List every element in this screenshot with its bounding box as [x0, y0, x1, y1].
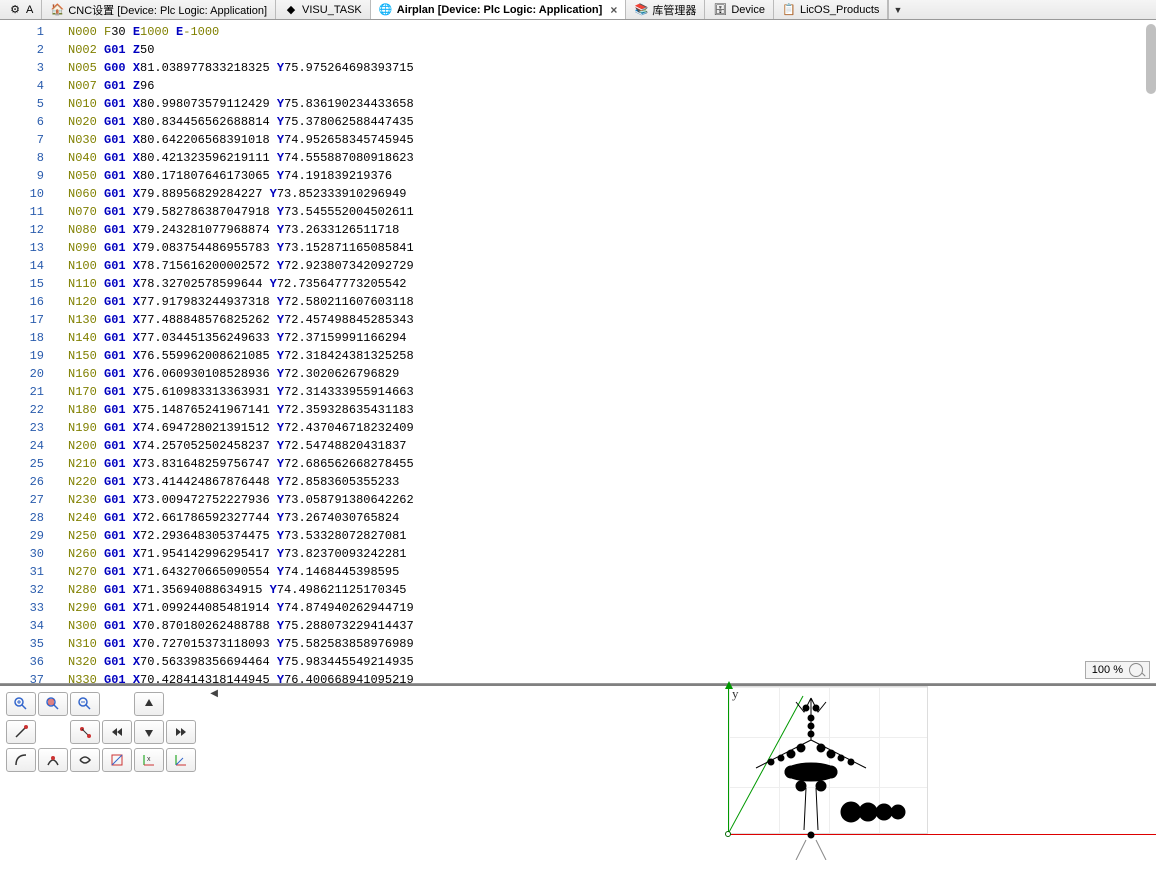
- code-line[interactable]: N330 G01 X70.428414318144945 Y76.4006689…: [68, 671, 1156, 683]
- tab-icon: ◆: [284, 3, 298, 17]
- tab-5[interactable]: 🗄 Device: [705, 0, 774, 19]
- code-line[interactable]: N190 G01 X74.694728021391512 Y72.4370467…: [68, 419, 1156, 437]
- code-line[interactable]: N070 G01 X79.582786387047918 Y73.5455520…: [68, 203, 1156, 221]
- code-line[interactable]: N170 G01 X75.610983313363931 Y72.3143339…: [68, 383, 1156, 401]
- line-gutter: 1234567891011121314151617181920212223242…: [0, 20, 52, 683]
- code-line[interactable]: N040 G01 X80.421323596219111 Y74.5558870…: [68, 149, 1156, 167]
- code-line[interactable]: N300 G01 X70.870180262488788 Y75.2880732…: [68, 617, 1156, 635]
- curve-2-button[interactable]: [38, 748, 68, 772]
- code-line[interactable]: N210 G01 X73.831648259756747 Y72.6865626…: [68, 455, 1156, 473]
- bottom-panel: ◀ x x y: [0, 684, 1156, 892]
- x-axis: [728, 834, 1156, 835]
- axis-2-button[interactable]: x: [134, 748, 164, 772]
- code-line[interactable]: N250 G01 X72.293648305374475 Y73.5332807…: [68, 527, 1156, 545]
- code-line[interactable]: N120 G01 X77.917983244937318 Y72.5802116…: [68, 293, 1156, 311]
- code-line[interactable]: N007 G01 Z96: [68, 77, 1156, 95]
- tab-label: CNC设置 [Device: Plc Logic: Application]: [68, 2, 267, 18]
- code-line[interactable]: N110 G01 X78.32702578599644 Y72.73564777…: [68, 275, 1156, 293]
- tab-icon: 📚: [634, 3, 648, 17]
- measure-button[interactable]: [70, 720, 100, 744]
- code-line[interactable]: N310 G01 X70.727015373118093 Y75.5825838…: [68, 635, 1156, 653]
- y-axis-label: y: [732, 686, 739, 702]
- code-line[interactable]: N060 G01 X79.88956829284227 Y73.85233391…: [68, 185, 1156, 203]
- tab-icon: 🗄: [713, 3, 727, 17]
- close-icon[interactable]: ×: [610, 3, 617, 17]
- tab-0[interactable]: ⚙A: [0, 0, 42, 19]
- code-editor[interactable]: 1234567891011121314151617181920212223242…: [0, 20, 1156, 684]
- zoom-in-button[interactable]: [6, 692, 36, 716]
- code-line[interactable]: N130 G01 X77.488848576825262 Y72.4574988…: [68, 311, 1156, 329]
- svg-text:x: x: [147, 756, 151, 763]
- curve-1-button[interactable]: [6, 748, 36, 772]
- zoom-fit-button[interactable]: [38, 692, 68, 716]
- code-line[interactable]: N230 G01 X73.009472752227936 Y73.0587913…: [68, 491, 1156, 509]
- preview-grid: [728, 686, 928, 834]
- tab-icon: 🌐: [379, 3, 393, 17]
- xy-preview[interactable]: x y: [220, 686, 1156, 892]
- straight-button[interactable]: [6, 720, 36, 744]
- curve-3-button[interactable]: [70, 748, 100, 772]
- zoom-out-button[interactable]: [70, 692, 100, 716]
- zoom-indicator[interactable]: 100 %: [1085, 661, 1150, 679]
- tool-palette: ◀ x: [0, 686, 220, 892]
- code-line[interactable]: N080 G01 X79.243281077968874 Y73.2633126…: [68, 221, 1156, 239]
- code-line[interactable]: N240 G01 X72.661786592327744 Y73.2674030…: [68, 509, 1156, 527]
- zoom-icon[interactable]: [1129, 663, 1143, 677]
- code-line[interactable]: N150 G01 X76.559962008621085 Y72.3184243…: [68, 347, 1156, 365]
- panel-collapse-icon[interactable]: ◀: [210, 688, 218, 699]
- code-line[interactable]: N030 G01 X80.642206568391018 Y74.9526583…: [68, 131, 1156, 149]
- code-line[interactable]: N260 G01 X71.954142996295417 Y73.8237009…: [68, 545, 1156, 563]
- code-line[interactable]: N160 G01 X76.060930108528936 Y72.3020626…: [68, 365, 1156, 383]
- code-line[interactable]: N050 G01 X80.171807646173065 Y74.1918392…: [68, 167, 1156, 185]
- tab-label: Airplan [Device: Plc Logic: Application]: [397, 4, 603, 16]
- tab-label: LicOS_Products: [800, 4, 879, 16]
- code-line[interactable]: N002 G01 Z50: [68, 41, 1156, 59]
- scrollbar-thumb[interactable]: [1146, 24, 1156, 94]
- tab-icon: 📋: [782, 3, 796, 17]
- code-line[interactable]: N100 G01 X78.715616200002572 Y72.9238073…: [68, 257, 1156, 275]
- tab-2[interactable]: ◆ VISU_TASK: [276, 0, 371, 19]
- axis-1-button[interactable]: [102, 748, 132, 772]
- code-line[interactable]: N140 G01 X77.034451356249633 Y72.3715999…: [68, 329, 1156, 347]
- code-line[interactable]: N000 F30 E1000 E-1000: [68, 23, 1156, 41]
- code-content[interactable]: N000 F30 E1000 E-1000N002 G01 Z50N005 G0…: [52, 20, 1156, 683]
- code-line[interactable]: N280 G01 X71.35694088634915 Y74.49862112…: [68, 581, 1156, 599]
- forward-button[interactable]: [166, 720, 196, 744]
- tab-label: Device: [731, 4, 765, 16]
- tab-1[interactable]: 🏠 CNC设置 [Device: Plc Logic: Application]: [42, 0, 276, 19]
- tab-icon: 🏠: [50, 3, 64, 17]
- tab-label: VISU_TASK: [302, 4, 362, 16]
- code-line[interactable]: N090 G01 X79.083754486955783 Y73.1528711…: [68, 239, 1156, 257]
- y-axis: [728, 686, 729, 834]
- tab-6[interactable]: 📋 LicOS_Products: [774, 0, 888, 19]
- arrow-down-button[interactable]: [134, 720, 164, 744]
- code-line[interactable]: N005 G00 X81.038977833218325 Y75.9752646…: [68, 59, 1156, 77]
- tab-label: A: [26, 4, 33, 16]
- code-line[interactable]: N290 G01 X71.099244085481914 Y74.8749402…: [68, 599, 1156, 617]
- code-line[interactable]: N020 G01 X80.834456562688814 Y75.3780625…: [68, 113, 1156, 131]
- zoom-value: 100 %: [1092, 664, 1123, 676]
- rewind-button[interactable]: [102, 720, 132, 744]
- tab-4[interactable]: 📚 库管理器: [626, 0, 705, 19]
- code-line[interactable]: N220 G01 X73.414424867876448 Y72.8583605…: [68, 473, 1156, 491]
- tab-icon: ⚙: [8, 3, 22, 17]
- tab-label: 库管理器: [652, 2, 696, 18]
- arrow-up-button[interactable]: [134, 692, 164, 716]
- tab-bar: ⚙A🏠CNC设置 [Device: Plc Logic: Application…: [0, 0, 1156, 20]
- code-line[interactable]: N200 G01 X74.257052502458237 Y72.5474882…: [68, 437, 1156, 455]
- origin-marker: [725, 831, 731, 837]
- code-line[interactable]: N010 G01 X80.998073579112429 Y75.8361902…: [68, 95, 1156, 113]
- code-line[interactable]: N180 G01 X75.148765241967141 Y72.3593286…: [68, 401, 1156, 419]
- tab-3[interactable]: 🌐 Airplan [Device: Plc Logic: Application…: [371, 0, 627, 19]
- code-line[interactable]: N270 G01 X71.643270665090554 Y74.1468445…: [68, 563, 1156, 581]
- tab-overflow-icon[interactable]: ▼: [888, 0, 906, 19]
- axis-3-button[interactable]: [166, 748, 196, 772]
- code-line[interactable]: N320 G01 X70.563398356694464 Y75.9834455…: [68, 653, 1156, 671]
